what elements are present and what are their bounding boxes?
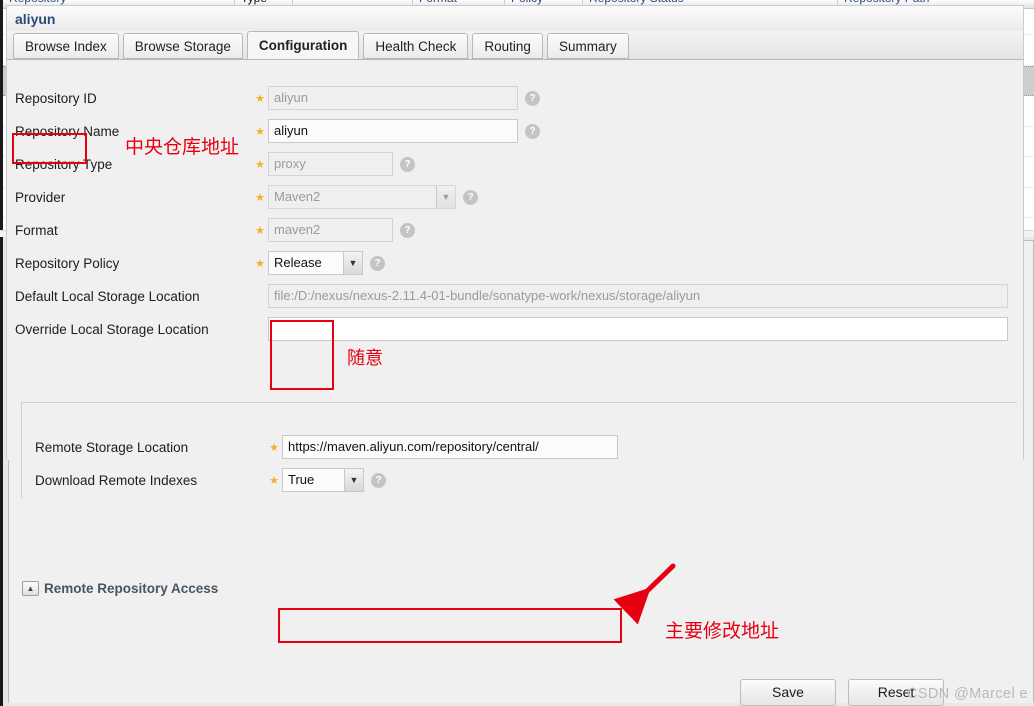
- required-star-icon: ★: [269, 474, 279, 487]
- panel-title: aliyun: [6, 5, 1024, 31]
- field-repository-id: Repository ID ★ aliyun ?: [7, 82, 567, 114]
- configuration-form: Repository ID ★ aliyun ? Repository Name…: [6, 60, 1024, 498]
- label-repository-policy: Repository Policy: [15, 255, 120, 271]
- tab-health-check[interactable]: Health Check: [363, 33, 469, 59]
- required-star-icon: ★: [255, 224, 265, 237]
- help-icon[interactable]: ?: [371, 472, 386, 488]
- chevron-down-icon[interactable]: ▼: [436, 186, 455, 208]
- required-star-icon: ★: [255, 92, 265, 105]
- annotation-arrow-icon: [613, 563, 676, 625]
- field-provider: Provider ★ Maven2 ▼ ?: [7, 181, 507, 213]
- input-format: maven2: [268, 218, 393, 242]
- select-repository-policy[interactable]: Release ▼: [268, 251, 363, 275]
- help-icon[interactable]: ?: [525, 123, 540, 139]
- chevron-down-icon[interactable]: ▼: [344, 469, 363, 491]
- chevron-down-icon[interactable]: ▼: [343, 252, 362, 274]
- field-repository-policy: Repository Policy ★ Release ▼ ?: [7, 247, 447, 279]
- help-icon[interactable]: ?: [400, 222, 415, 238]
- label-default-local-storage: Default Local Storage Location: [15, 288, 200, 304]
- collapse-icon[interactable]: ▲: [22, 580, 39, 596]
- input-override-local-storage[interactable]: [268, 317, 1008, 341]
- select-download-remote-indexes[interactable]: True ▼: [282, 468, 364, 492]
- select-repository-policy-value: Release: [274, 255, 322, 270]
- select-download-remote-indexes-value: True: [288, 472, 315, 487]
- required-star-icon: ★: [255, 191, 265, 204]
- input-repository-id[interactable]: aliyun: [268, 86, 518, 110]
- input-repository-type: proxy: [268, 152, 393, 176]
- help-icon[interactable]: ?: [370, 255, 385, 271]
- tab-configuration[interactable]: Configuration: [246, 31, 360, 59]
- fieldset-title: Remote Repository Access: [44, 580, 219, 596]
- help-icon[interactable]: ?: [463, 189, 478, 205]
- required-star-icon: ★: [269, 441, 279, 454]
- label-remote-storage-location: Remote Storage Location: [35, 439, 189, 455]
- save-button[interactable]: Save: [740, 679, 836, 706]
- field-repository-name: Repository Name ★ aliyun ?: [7, 115, 567, 147]
- watermark: CSDN @Marcel e: [906, 686, 1028, 702]
- tab-browse-index[interactable]: Browse Index: [13, 33, 119, 59]
- tab-browse-storage[interactable]: Browse Storage: [122, 33, 243, 59]
- label-override-local-storage: Override Local Storage Location: [15, 321, 209, 337]
- field-default-local-storage: Default Local Storage Location ★ file:/D…: [7, 280, 1017, 312]
- annotation-text-repository-name: 随意: [347, 348, 383, 369]
- label-download-remote-indexes: Download Remote Indexes: [35, 472, 198, 488]
- field-download-remote-indexes: Download Remote Indexes ★ True ▼ ?: [21, 464, 541, 496]
- select-provider[interactable]: Maven2 ▼: [268, 185, 456, 209]
- input-default-local-storage: file:/D:/nexus/nexus-2.11.4-01-bundle/so…: [268, 284, 1008, 308]
- select-provider-value: Maven2: [274, 189, 321, 204]
- required-star-icon: ★: [255, 158, 265, 171]
- fieldset-legend: ▲ Remote Repository Access: [22, 579, 225, 597]
- field-override-local-storage: Override Local Storage Location ★: [7, 313, 1017, 345]
- help-icon[interactable]: ?: [525, 90, 540, 106]
- input-repository-name[interactable]: aliyun: [268, 119, 518, 143]
- field-format: Format ★ maven2 ?: [7, 214, 447, 246]
- required-star-icon: ★: [255, 257, 265, 270]
- label-format: Format: [15, 222, 58, 238]
- help-icon[interactable]: ?: [400, 156, 415, 172]
- tab-routing[interactable]: Routing: [472, 33, 543, 59]
- tab-summary[interactable]: Summary: [546, 33, 629, 59]
- label-provider: Provider: [15, 189, 66, 205]
- tab-strip: Browse Index Browse Storage Configuratio…: [6, 31, 1024, 60]
- label-repository-id: Repository ID: [15, 90, 97, 106]
- required-star-icon: ★: [255, 125, 265, 138]
- annotation-text-central: 中央仓库地址: [125, 136, 240, 158]
- field-remote-storage-location: Remote Storage Location ★ https://maven.…: [21, 431, 1021, 463]
- input-remote-storage-location[interactable]: https://maven.aliyun.com/repository/cent…: [282, 435, 618, 459]
